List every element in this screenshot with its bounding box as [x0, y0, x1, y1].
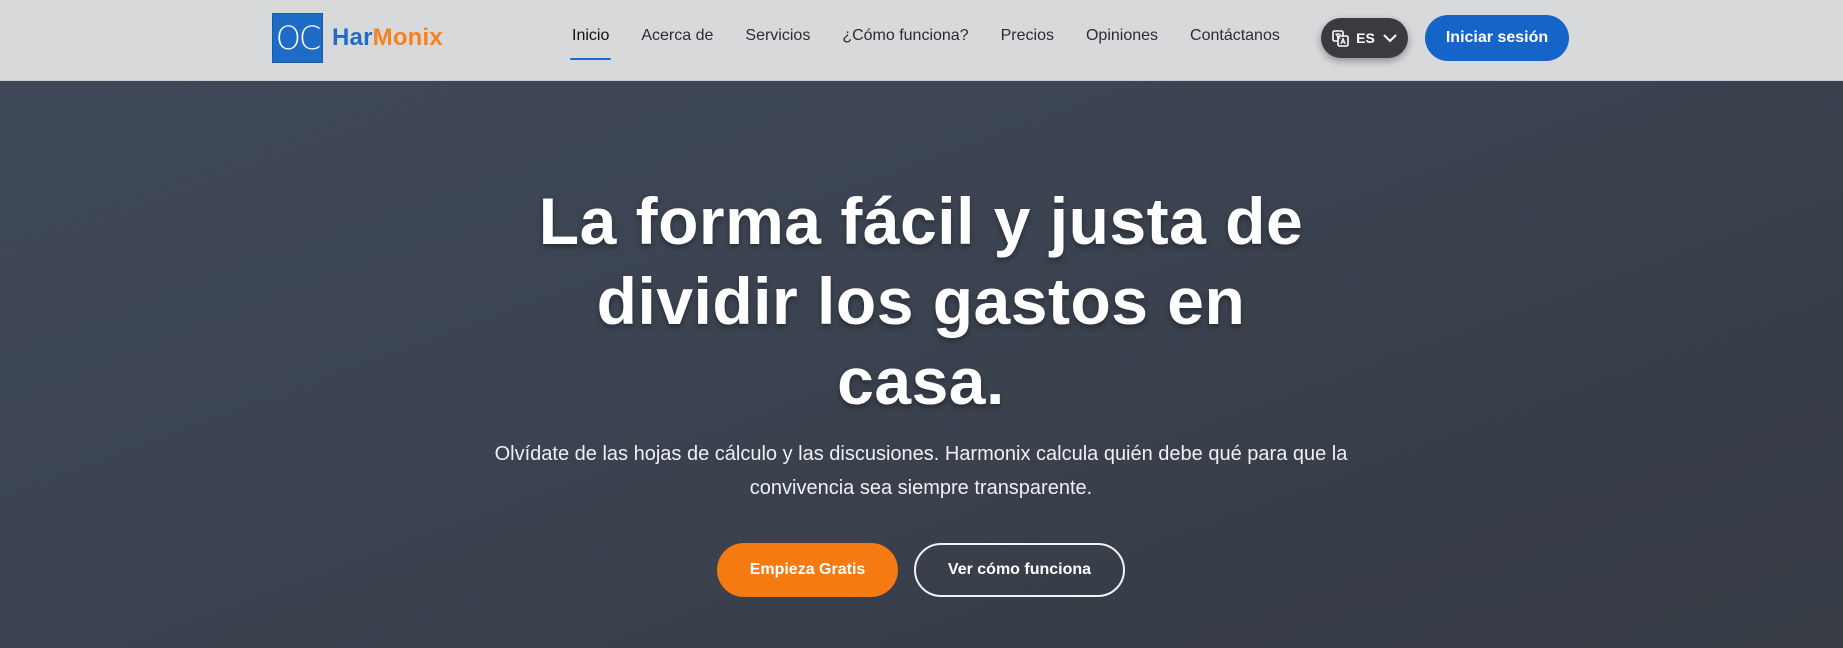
nav-item-servicios[interactable]: Servicios — [745, 0, 810, 72]
login-button[interactable]: Iniciar sesión — [1425, 15, 1569, 61]
hero-title-line: casa. — [837, 344, 1005, 418]
nav-item-inicio[interactable]: Inicio — [569, 0, 612, 72]
translate-icon — [1332, 29, 1349, 47]
hero-title-line: dividir los gastos en — [596, 264, 1246, 338]
start-free-button[interactable]: Empieza Gratis — [717, 543, 898, 597]
nav-item-contactanos[interactable]: Contáctanos — [1190, 0, 1280, 72]
hero-section: La forma fácil y justa de dividir los ga… — [0, 81, 1843, 648]
hero-title-line: La forma fácil y justa de — [538, 184, 1304, 258]
hero-subtitle-line: Olvídate de las hojas de cálculo y las d… — [494, 443, 1348, 465]
main-nav: Inicio Acerca de Servicios ¿Cómo funcion… — [569, 0, 1312, 72]
nav-item-como-funciona[interactable]: ¿Cómo funciona? — [842, 0, 968, 72]
nav-item-acerca-de[interactable]: Acerca de — [641, 0, 713, 72]
logo-mark: OC — [272, 13, 323, 63]
nav-item-opiniones[interactable]: Opiniones — [1086, 0, 1158, 72]
site-header: OC HarMonix Inicio Acerca de Servicios ¿… — [0, 0, 1843, 81]
brand-name-part1: Har — [332, 24, 373, 51]
brand-logo[interactable]: OC HarMonix — [272, 13, 443, 63]
hero-subtitle-line: convivencia sea siempre transparente. — [749, 477, 1093, 499]
hero-subtitle: Olvídate de las hojas de cálculo y las d… — [471, 437, 1371, 505]
landing-page: OC HarMonix Inicio Acerca de Servicios ¿… — [0, 0, 1843, 648]
hero-title: La forma fácil y justa de dividir los ga… — [421, 181, 1421, 421]
brand-name: HarMonix — [332, 24, 443, 52]
language-selector[interactable]: ES — [1321, 18, 1408, 58]
chevron-down-icon — [1383, 34, 1397, 43]
brand-name-part2: Monix — [372, 24, 443, 51]
see-how-it-works-button[interactable]: Ver cómo funciona — [914, 543, 1125, 597]
nav-item-precios[interactable]: Precios — [1001, 0, 1054, 72]
language-code: ES — [1356, 30, 1375, 46]
